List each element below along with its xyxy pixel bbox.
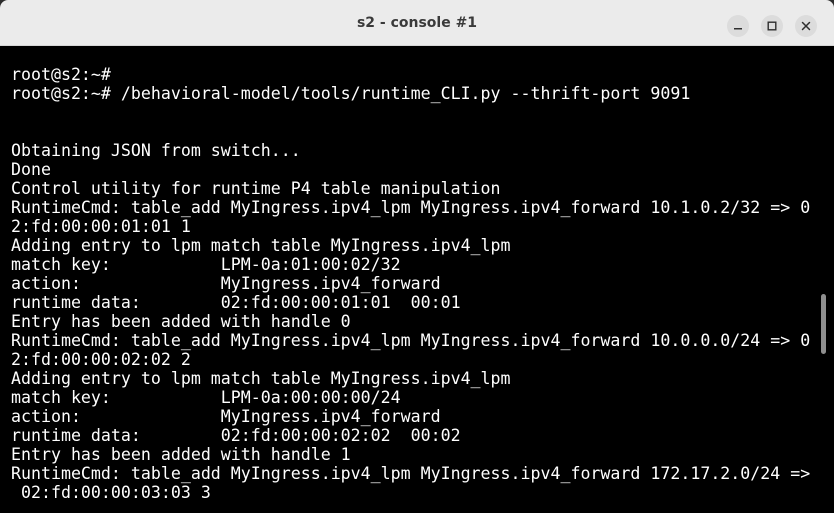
maximize-button[interactable] xyxy=(761,15,783,37)
terminal-line: root@s2:~# xyxy=(11,65,111,84)
close-icon xyxy=(801,21,811,31)
terminal-line: RuntimeCmd: table_add MyIngress.ipv4_lpm… xyxy=(11,198,811,217)
minimize-button[interactable] xyxy=(727,15,749,37)
terminal-line: Control utility for runtime P4 table man… xyxy=(11,179,501,198)
maximize-icon xyxy=(767,21,777,31)
terminal-line: Adding entry to lpm match table MyIngres… xyxy=(11,236,511,255)
title-bar[interactable]: s2 - console #1 xyxy=(0,0,834,46)
terminal-line: 2:fd:00:00:02:02 2 xyxy=(11,350,191,369)
terminal-line: RuntimeCmd: table_add MyIngress.ipv4_lpm… xyxy=(11,464,811,483)
terminal-line: 02:fd:00:00:03:03 3 xyxy=(11,483,211,502)
terminal-line: runtime data: 02:fd:00:00:01:01 00:01 xyxy=(11,293,461,312)
terminal-line: Entry has been added with handle 1 xyxy=(11,445,351,464)
terminal-line: action: MyIngress.ipv4_forward xyxy=(11,274,441,293)
terminal-line: root@s2:~# /behavioral-model/tools/runti… xyxy=(11,84,691,103)
terminal-line: action: MyIngress.ipv4_forward xyxy=(11,407,441,426)
terminal-window: s2 - console #1 root@s2:~# root@s2:~# /be… xyxy=(0,0,834,513)
terminal-line: Obtaining JSON from switch... xyxy=(11,141,301,160)
terminal-line: match key: LPM-0a:00:00:00/24 xyxy=(11,388,401,407)
window-title: s2 - console #1 xyxy=(356,15,478,31)
terminal-line: Adding entry to lpm match table MyIngres… xyxy=(11,369,511,388)
terminal-line: runtime data: 02:fd:00:00:02:02 00:02 xyxy=(11,426,461,445)
terminal-area[interactable]: root@s2:~# root@s2:~# /behavioral-model/t… xyxy=(0,46,816,513)
terminal-line: Done xyxy=(11,160,51,179)
terminal-line: Entry has been added with handle 0 xyxy=(11,312,351,331)
terminal-output: root@s2:~# root@s2:~# /behavioral-model/t… xyxy=(11,65,810,502)
close-button[interactable] xyxy=(795,15,817,37)
terminal-line: match key: LPM-0a:01:00:02/32 xyxy=(11,255,401,274)
vertical-scrollbar[interactable] xyxy=(816,46,834,513)
terminal-line: 2:fd:00:00:01:01 1 xyxy=(11,217,191,236)
minimize-icon xyxy=(734,28,742,30)
terminal-line: RuntimeCmd: table_add MyIngress.ipv4_lpm… xyxy=(11,331,811,350)
scrollbar-thumb[interactable] xyxy=(821,294,826,354)
